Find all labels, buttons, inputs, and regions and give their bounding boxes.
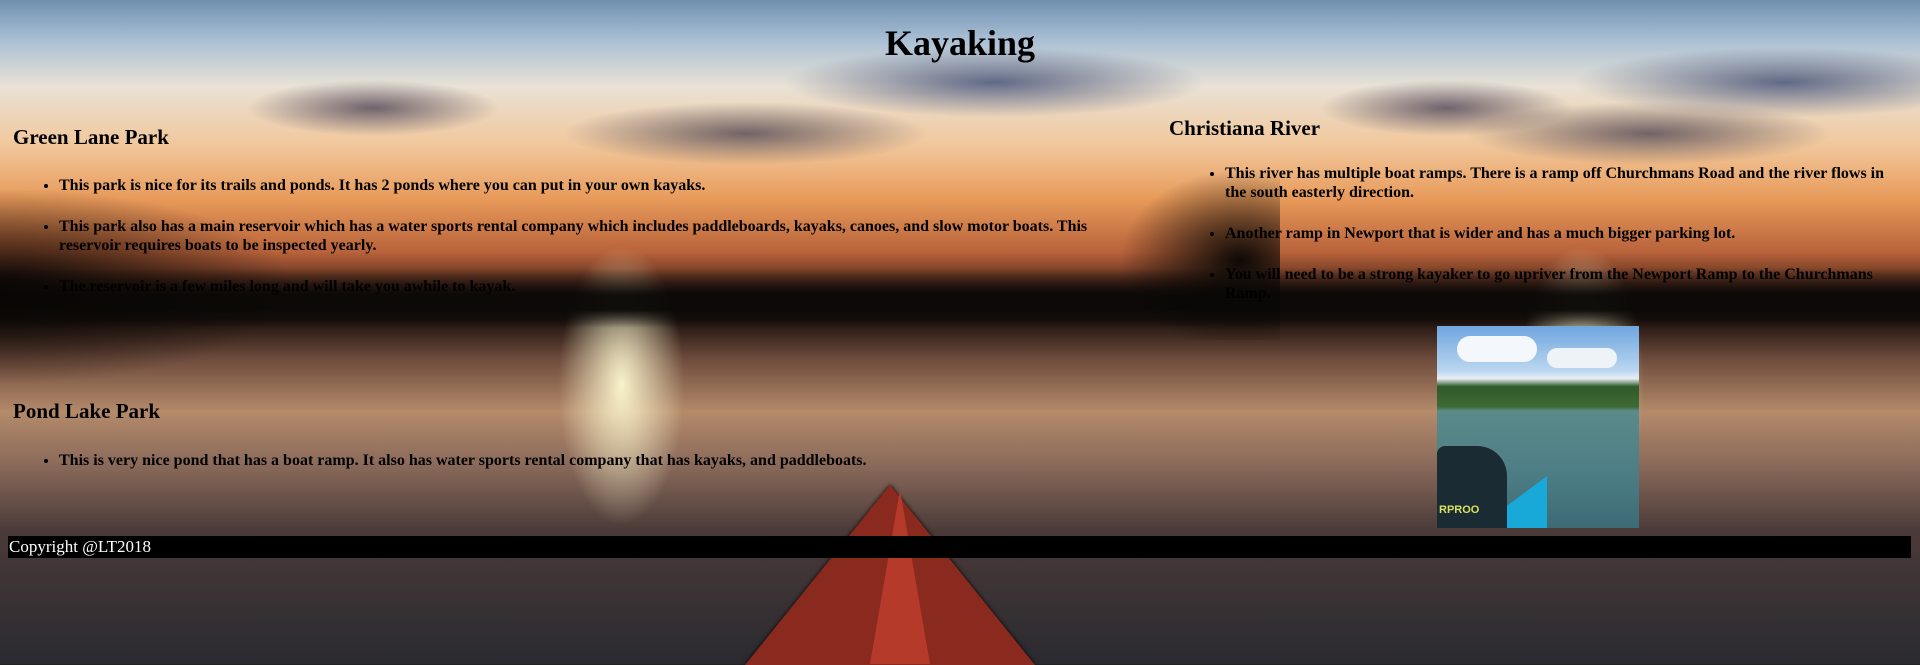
list-item: The reservoir is a few miles long and wi… — [59, 277, 1133, 296]
list-item: This park also has a main reservoir whic… — [59, 217, 1133, 255]
photo-cloud — [1457, 336, 1537, 362]
page-title: Kayaking — [884, 23, 1036, 63]
bullet-list: This is very nice pond that has a boat r… — [13, 451, 1133, 470]
copyright-text: Copyright @LT2018 — [9, 537, 152, 556]
photo-cloud — [1547, 348, 1617, 368]
bullet-list: This river has multiple boat ramps. Ther… — [1169, 164, 1909, 303]
section-pond-lake-park: Pond Lake Park This is very nice pond th… — [13, 399, 1133, 492]
section-christiana-river: Christiana River This river has multiple… — [1169, 116, 1909, 325]
section-heading: Green Lane Park — [13, 125, 169, 149]
bullet-list: This park is nice for its trails and pon… — [13, 176, 1133, 296]
list-item: Another ramp in Newport that is wider an… — [1225, 224, 1909, 243]
section-heading: Pond Lake Park — [13, 399, 161, 423]
list-item: You will need to be a strong kayaker to … — [1225, 265, 1909, 303]
section-heading: Christiana River — [1169, 116, 1321, 140]
section-green-lane-park: Green Lane Park This park is nice for it… — [13, 125, 1133, 318]
list-item: This is very nice pond that has a boat r… — [59, 451, 1133, 470]
photo-dry-bag-text: RPROO — [1439, 504, 1480, 516]
kayak-river-photo: RPROO — [1437, 326, 1639, 528]
kayak-bow-highlight — [870, 490, 930, 664]
list-item: This park is nice for its trails and pon… — [59, 176, 1133, 195]
list-item: This river has multiple boat ramps. Ther… — [1225, 164, 1909, 202]
footer: Copyright @LT2018 — [8, 536, 1911, 558]
